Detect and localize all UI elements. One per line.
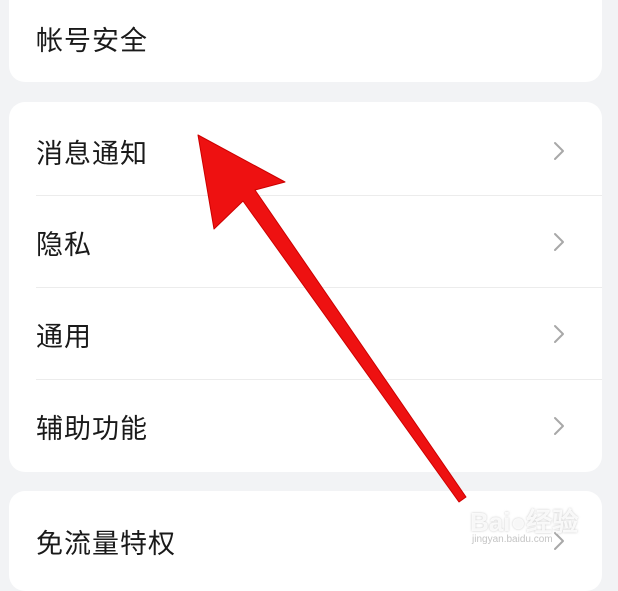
settings-item-label: 消息通知 — [36, 138, 148, 170]
settings-item-label: 隐私 — [36, 229, 92, 261]
chevron-right-icon — [554, 417, 564, 435]
main-settings-card: 消息通知 隐私 通用 辅助功能 — [9, 102, 602, 472]
settings-item-label: 免流量特权 — [36, 528, 176, 560]
account-settings-card: 帐号安全 — [9, 0, 602, 82]
chevron-right-icon — [554, 325, 564, 343]
extra-settings-card: 免流量特权 — [9, 491, 602, 591]
settings-item-privacy[interactable]: 隐私 — [9, 196, 602, 288]
settings-item-general[interactable]: 通用 — [9, 288, 602, 380]
settings-item-accessibility[interactable]: 辅助功能 — [9, 380, 602, 472]
settings-item-label: 帐号安全 — [36, 25, 148, 57]
chevron-right-icon — [554, 233, 564, 251]
settings-item-account-security[interactable]: 帐号安全 — [9, 0, 602, 84]
settings-item-label: 辅助功能 — [36, 413, 148, 445]
settings-item-label: 通用 — [36, 321, 92, 353]
settings-item-notifications[interactable]: 消息通知 — [9, 105, 602, 197]
chevron-right-icon — [554, 142, 564, 160]
chevron-right-icon — [554, 532, 564, 550]
settings-item-data-free[interactable]: 免流量特权 — [9, 495, 602, 587]
